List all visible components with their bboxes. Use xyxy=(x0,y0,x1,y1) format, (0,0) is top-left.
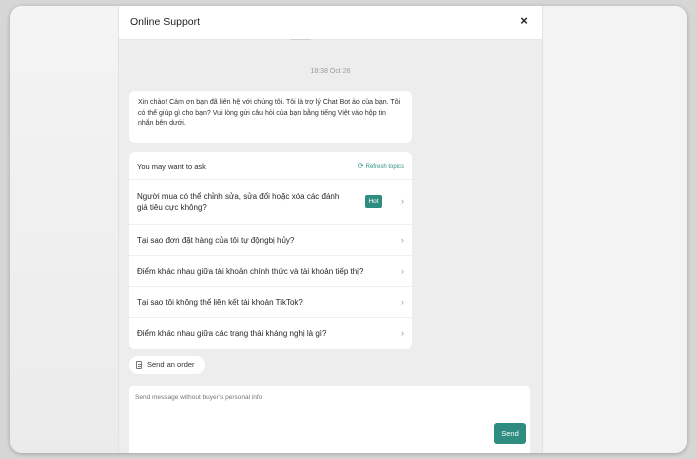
refresh-topics-label: Refresh topics xyxy=(365,164,404,170)
suggested-topics-card: You may want to ask ⟳ Refresh topics Ngườ… xyxy=(129,152,412,349)
message-timestamp: 18:38 Oct 26 xyxy=(310,68,351,75)
topic-label: Tại sao tôi không thể liên kết tài khoản… xyxy=(137,298,303,307)
topic-item-negative-reviews[interactable]: Người mua có thể chỉnh sửa, sửa đổi hoặc… xyxy=(129,180,412,225)
message-composer: Send xyxy=(129,386,530,453)
bot-greeting-message: Xin chào! Cảm ơn bạn đã liên hệ với chún… xyxy=(129,91,412,143)
chevron-right-icon: › xyxy=(401,235,404,245)
refresh-icon: ⟳ xyxy=(357,163,364,170)
topic-label: Điểm khác nhau giữa tài khoản chính thức… xyxy=(137,267,364,276)
chat-title: Online Support xyxy=(130,16,201,28)
topic-label: Người mua có thể chỉnh sửa, sửa đổi hoặc… xyxy=(137,192,340,212)
chat-header: Online Support × xyxy=(119,6,542,40)
topic-item-tiktok-link[interactable]: Tại sao tôi không thể liên kết tài khoản… xyxy=(129,287,412,318)
topics-header: You may want to ask ⟳ Refresh topics xyxy=(129,152,412,180)
message-input[interactable] xyxy=(135,394,455,401)
topics-title: You may want to ask xyxy=(137,162,206,171)
topic-item-order-cancelled[interactable]: Tại sao đơn đặt hàng của tôi tự độngbị h… xyxy=(129,225,412,256)
topic-label: Tại sao đơn đặt hàng của tôi tự độngbị h… xyxy=(137,236,295,245)
hot-badge: Hot xyxy=(365,195,382,208)
document-icon xyxy=(136,361,142,369)
chevron-right-icon: › xyxy=(401,328,404,338)
send-order-button[interactable]: Send an order xyxy=(129,356,205,374)
chevron-right-icon: › xyxy=(401,266,404,276)
topic-item-appeal-status[interactable]: Điểm khác nhau giữa các trạng thái kháng… xyxy=(129,318,412,349)
refresh-topics-button[interactable]: ⟳ Refresh topics xyxy=(358,162,404,170)
topic-label: Điểm khác nhau giữa các trạng thái kháng… xyxy=(137,329,327,338)
app-window: Online Support × 18:38 Oct 26 Xin chào! … xyxy=(10,6,687,453)
close-icon[interactable]: × xyxy=(516,13,532,29)
send-button[interactable]: Send xyxy=(494,423,526,444)
topic-item-account-types[interactable]: Điểm khác nhau giữa tài khoản chính thức… xyxy=(129,256,412,287)
support-chat-panel: Online Support × 18:38 Oct 26 Xin chào! … xyxy=(118,6,543,453)
chevron-right-icon: › xyxy=(401,196,404,206)
background-left xyxy=(10,6,118,453)
chevron-right-icon: › xyxy=(401,297,404,307)
header-divider xyxy=(291,39,311,40)
background-right xyxy=(543,6,687,453)
send-order-label: Send an order xyxy=(147,360,195,369)
